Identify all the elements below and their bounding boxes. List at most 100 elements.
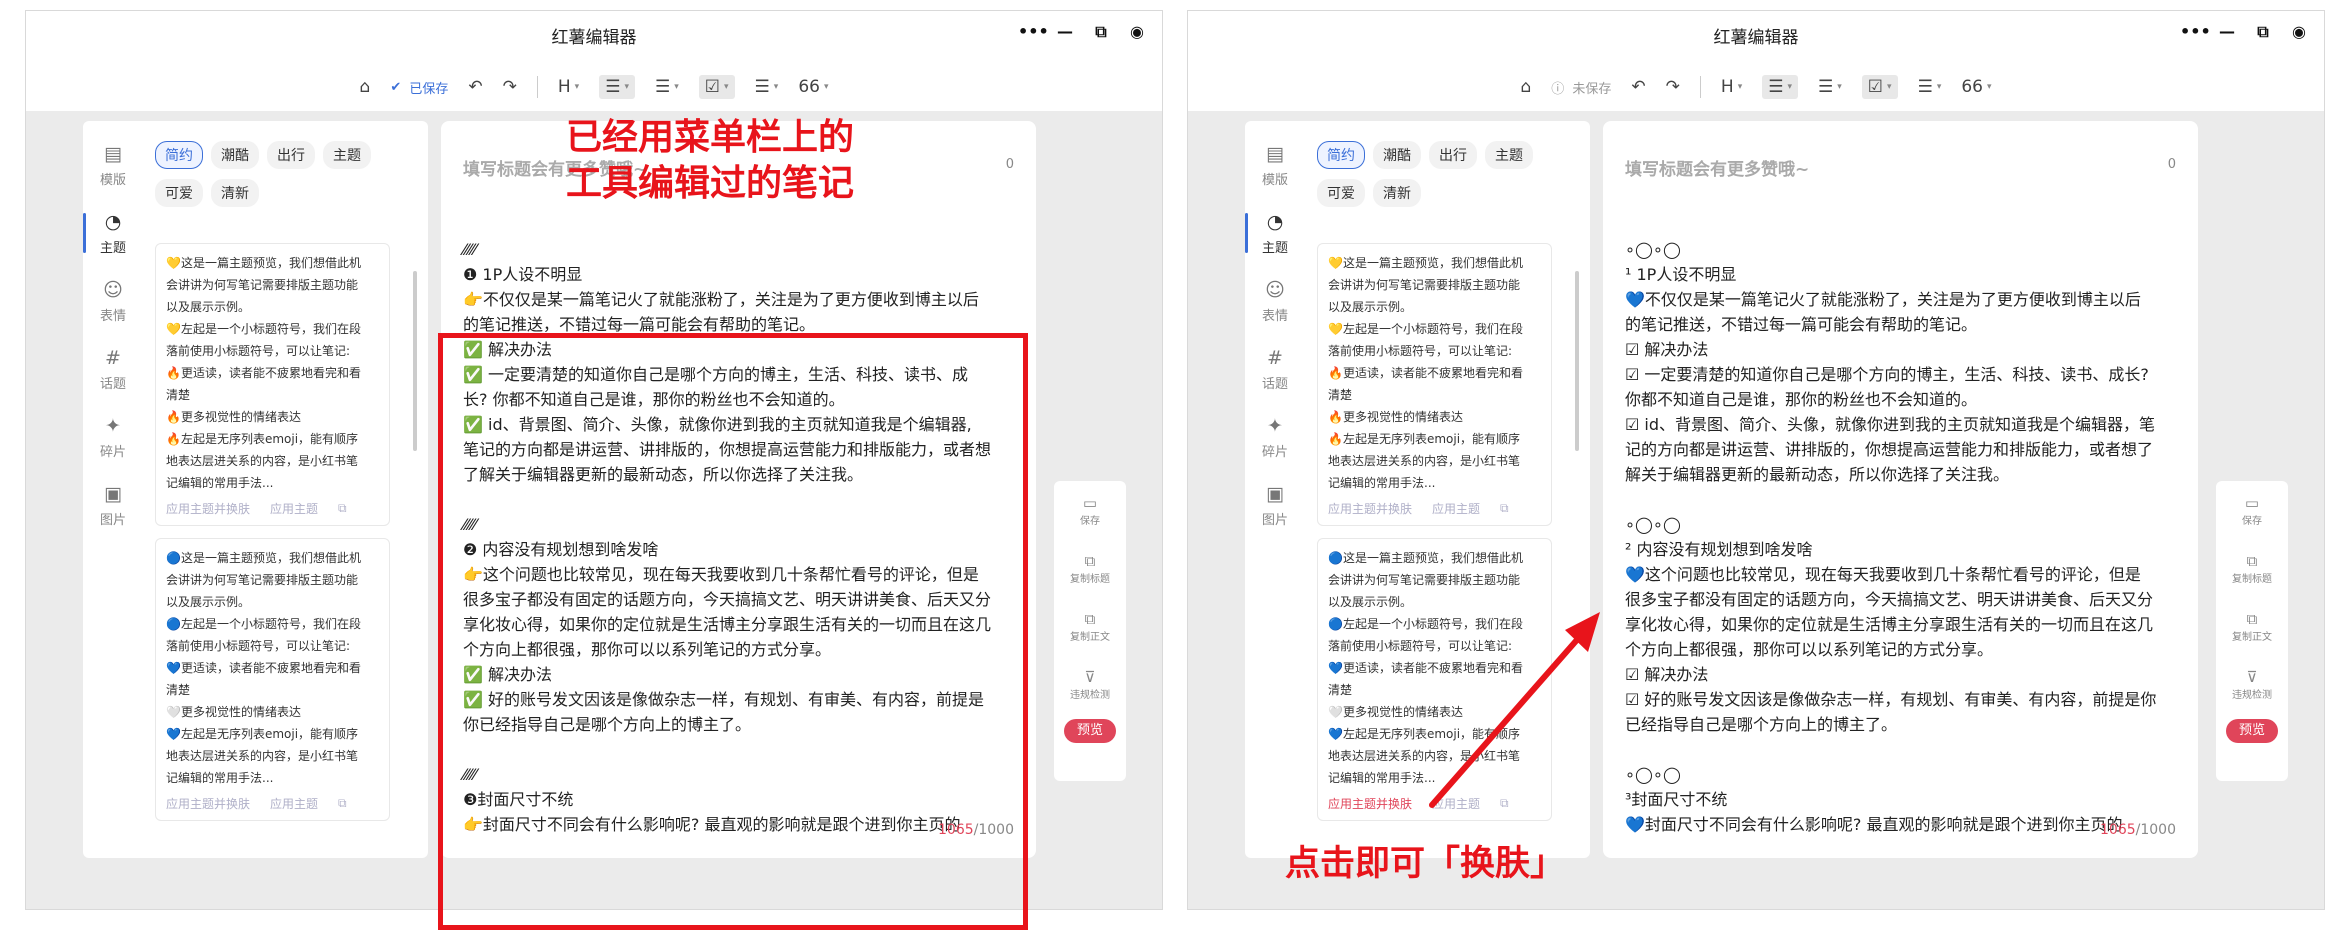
undo-icon[interactable]: ↶ [1631,77,1645,97]
checkbox-button[interactable]: ☑ ▾ [1861,75,1898,99]
char-counter: 1065/1000 [2100,822,2176,838]
scrollbar[interactable] [413,271,417,451]
tag-cool[interactable]: 潮酷 [211,141,259,169]
ordered-list-button[interactable]: ☰ ▾ [599,75,635,99]
save-action[interactable]: ▭ 保存 [1054,481,1126,539]
body-line: ³封面尺寸不统 [1625,790,1728,809]
body-line: 💙封面尺寸不同会有什么影响呢? 最直观的影响就是跟个进到你主页的 [1625,815,2123,834]
card-line: 💙左起是无序列表emoji，能有顺序 [166,727,359,741]
close-icon[interactable]: ◉ [1126,21,1148,43]
rail-item-image[interactable]: ▣ 图片 [1245,471,1305,539]
body-line: 很多宝子都没有固定的话题方向，今天搞搞文艺、明天讲讲美食、后天又分 [1625,590,2154,609]
violation-check-action[interactable]: ⊽ 违规检测 [1054,655,1126,713]
redo-icon[interactable]: ↷ [1666,77,1680,97]
rail-item-emoji[interactable]: ☺ 表情 [1245,267,1305,335]
copy-body-icon: ⧉ [2246,609,2258,628]
apply-theme-button[interactable]: 应用主题 [270,500,318,517]
note-body[interactable]: ∘◯∘◯ ¹ 1P人设不明显 💙不仅仅是某一篇笔记火了就能涨粉了，关注是为了更方… [1625,237,2180,837]
body-line: ❶ 1P人设不明显 [463,265,583,284]
tag-fresh[interactable]: 清新 [1373,179,1421,207]
apply-theme-skin-button[interactable]: 应用主题并换肤 [166,500,250,517]
apply-theme-skin-button[interactable]: 应用主题并换肤 [1328,795,1412,812]
rail-item-image[interactable]: ▣ 图片 [83,471,143,539]
body-line: ☑ 解决办法 [1625,340,1709,359]
annotation-arrow [1429,612,1600,808]
apply-theme-button[interactable]: 应用主题 [270,795,318,812]
more-icon[interactable]: ••• [1018,21,1049,43]
title-count: 0 [2167,157,2176,172]
copy-icon[interactable]: ⧉ [1500,501,1509,516]
heading-button[interactable]: H ▾ [558,77,579,97]
rail-item-fragment[interactable]: ✦ 碎片 [1245,403,1305,471]
body-line: 解关于编辑器更新的最新动态，所以你选择了关注我。 [1625,465,2010,484]
restore-icon[interactable]: ⧉ [1090,21,1112,43]
rail-item-theme[interactable]: ◔ 主题 [1245,199,1305,267]
minimize-icon[interactable]: — [2216,21,2238,43]
tag-cute[interactable]: 可爱 [1317,179,1365,207]
copy-title-action[interactable]: ⧉ 复制标题 [2216,539,2288,597]
rail-item-template[interactable]: ▤ 模版 [83,131,143,199]
tag-simple[interactable]: 简约 [155,141,203,169]
annotation-line: 已经用菜单栏上的 [565,117,854,158]
section-marker: ∘◯∘◯ [1625,765,1681,784]
title-bar: 红薯编辑器 ••• — ⧉ ◉ [1188,11,2324,59]
theme-card[interactable]: 💛这是一篇主题预览，我们想借此机 会讲讲为何写笔记需要排版主题功能 以及展示示例… [155,243,390,526]
violation-check-action[interactable]: ⊽ 违规检测 [2216,655,2288,713]
tag-cool[interactable]: 潮酷 [1373,141,1421,169]
body-line: 笔记的方向都是讲运营、讲排版的，你想提高运营能力和排版能力，或者想 [463,440,992,459]
undo-icon[interactable]: ↶ [468,77,482,97]
copy-icon[interactable]: ⧉ [338,796,347,811]
tag-travel[interactable]: 出行 [267,141,315,169]
tag-travel[interactable]: 出行 [1429,141,1477,169]
body-line: 的笔记推送，不错过每一篇可能会有帮助的笔记。 [463,315,816,334]
tag-theme[interactable]: 主题 [323,141,371,169]
tag-fresh[interactable]: 清新 [211,179,259,207]
quote-button[interactable]: 66 ▾ [1961,77,1991,97]
home-icon[interactable]: ⌂ [1520,77,1531,97]
rail-item-template[interactable]: ▤ 模版 [1245,131,1305,199]
redo-icon[interactable]: ↷ [503,77,517,97]
more-icon[interactable]: ••• [2180,21,2211,43]
theme-card[interactable]: 💛这是一篇主题预览，我们想借此机 会讲讲为何写笔记需要排版主题功能 以及展示示例… [1317,243,1552,526]
restore-icon[interactable]: ⧉ [2252,21,2274,43]
bullet-list-button[interactable]: ☰ ▾ [655,77,679,97]
copy-body-action[interactable]: ⧉ 复制正文 [1054,597,1126,655]
quote-button[interactable]: 66 ▾ [798,77,828,97]
rail-item-theme[interactable]: ◔ 主题 [83,199,143,267]
ordered-list-button[interactable]: ☰ ▾ [1762,75,1799,99]
copy-body-action[interactable]: ⧉ 复制正文 [2216,597,2288,655]
card-line: 记编辑的常用手法... [1328,476,1436,490]
card-line: 🤍更多视觉性的情绪表达 [166,705,301,719]
heading-button[interactable]: H ▾ [1721,77,1742,97]
tag-theme[interactable]: 主题 [1485,141,1533,169]
checkbox-button[interactable]: ☑ ▾ [698,75,735,99]
copy-title-action[interactable]: ⧉ 复制标题 [1054,539,1126,597]
apply-theme-skin-button[interactable]: 应用主题并换肤 [166,795,250,812]
home-icon[interactable]: ⌂ [360,77,371,97]
align-button[interactable]: ☰ ▾ [1918,77,1942,97]
card-actions: 应用主题并换肤 应用主题 ⧉ [166,500,379,517]
scrollbar[interactable] [1575,271,1579,451]
tag-simple[interactable]: 简约 [1317,141,1365,169]
note-body[interactable]: ⁄⁄⁄⁄⁄ ❶ 1P人设不明显 👉不仅仅是某一篇笔记火了就能涨粉了，关注是为了更… [463,237,1018,837]
apply-theme-skin-button[interactable]: 应用主题并换肤 [1328,500,1412,517]
rail-item-emoji[interactable]: ☺ 表情 [83,267,143,335]
bullet-list-button[interactable]: ☰ ▾ [1818,77,1842,97]
save-action[interactable]: ▭ 保存 [2216,481,2288,539]
align-button[interactable]: ☰ ▾ [755,77,779,97]
body-line: ✅ 一定要清楚的知道你自己是哪个方向的博主，生活、科技、读书、成 [463,365,969,384]
minimize-icon[interactable]: — [1054,21,1076,43]
apply-theme-button[interactable]: 应用主题 [1432,500,1480,517]
preview-button[interactable]: 预览 [2226,719,2278,743]
tag-cute[interactable]: 可爱 [155,179,203,207]
copy-icon[interactable]: ⧉ [338,501,347,516]
card-line: 💛左起是一个小标题符号，我们在段 [1328,322,1523,336]
preview-button[interactable]: 预览 [1064,719,1116,743]
rail-item-fragment[interactable]: ✦ 碎片 [83,403,143,471]
title-input[interactable]: 填写标题会有更多赞哦~ [1625,155,1809,180]
theme-card[interactable]: 🔵这是一篇主题预览，我们想借此机 会讲讲为何写笔记需要排版主题功能 以及展示示例… [155,538,390,821]
body-line: 的笔记推送，不错过每一篇可能会有帮助的笔记。 [1625,315,1978,334]
rail-item-topic[interactable]: # 话题 [1245,335,1305,403]
close-icon[interactable]: ◉ [2288,21,2310,43]
rail-item-topic[interactable]: # 话题 [83,335,143,403]
